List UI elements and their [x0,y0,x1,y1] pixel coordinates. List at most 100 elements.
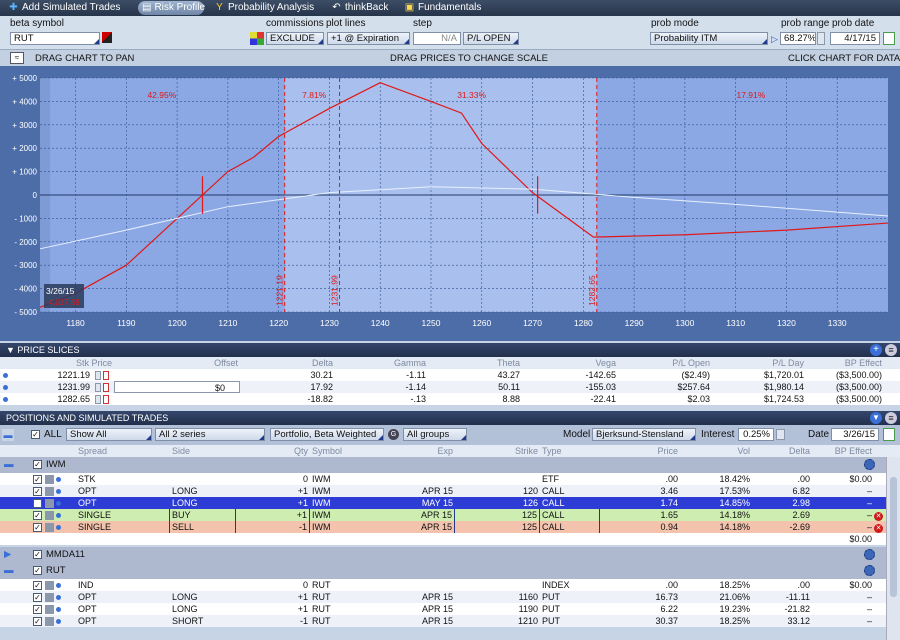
position-cell[interactable]: IWM [310,521,372,533]
row-checkbox[interactable]: ✓ [33,475,42,485]
row-checkbox[interactable]: ✓ [33,523,42,533]
position-cell[interactable]: 0.94 [600,521,680,533]
position-cell[interactable]: -1 [236,521,310,533]
column-header[interactable]: Offset [114,357,240,369]
column-header[interactable]: Spread [76,445,170,457]
collapse-icon[interactable]: ▬ [2,457,16,469]
slice-value-cell[interactable]: $0 [114,381,240,393]
tab-probability-analysis[interactable]: Y Probability Analysis [210,1,320,15]
step-input[interactable]: N/A [413,32,461,45]
position-cell[interactable]: BUY [170,509,236,521]
position-cell[interactable]: SINGLE [76,509,170,521]
remove-icon[interactable]: ✕ [874,524,883,533]
group-checkbox[interactable]: ✓ [33,549,42,559]
gear-icon[interactable] [864,549,875,560]
position-cell[interactable]: APR 15 [372,509,455,521]
slice-value-cell[interactable] [114,393,240,405]
risk-profile-chart[interactable]: + 5000 + 4000 + 3000 + 2000 + 1000 0 - 1000 - 2… [0,66,900,341]
prob-range-input[interactable]: 68.27% [780,32,816,45]
grid-icon[interactable] [250,32,264,45]
position-cell[interactable]: 125 [455,509,540,521]
position-cell[interactable]: APR 15 [372,521,455,533]
price-spinner-icon[interactable] [93,369,113,381]
group-row-mmda11[interactable]: ▶ ✓ MMDA11 [0,547,900,563]
column-header[interactable]: Theta [428,357,522,369]
row-checkbox[interactable]: ✓ [33,617,42,627]
row-checkbox[interactable]: ✓ [33,581,42,591]
price-slice-row[interactable]: 1231.99 $0 17.92 -1.14 50.11 -155.03 $257.64 $1… [0,381,900,393]
group-row-iwm[interactable]: ▬ ✓ IWM [0,457,900,473]
tab-fundamentals[interactable]: ▣ Fundamentals [400,1,487,15]
price-slice-row[interactable]: 1282.65 -18.82 -.13 8.88 -22.41 $2.03 $1,724.5… [0,393,900,405]
column-header[interactable]: Symbol [310,445,372,457]
calendar-icon[interactable] [883,32,895,45]
column-header[interactable]: Delta [752,445,812,457]
filter-icon[interactable]: ▼ [870,412,882,424]
column-header[interactable]: Side [170,445,236,457]
position-row[interactable]: ✓ OPT LONG +1 RUT APR 15 1160 PUT 16.73 21.06% -1… [0,591,900,603]
all-checkbox[interactable]: ✓ [31,430,40,439]
position-cell[interactable]: -2.69 [752,521,812,533]
slice-value-cell[interactable] [114,369,240,381]
position-row[interactable]: ✓ OPT LONG +1 IWM APR 15 120 CALL 3.46 17.53% 6.8… [0,485,900,497]
prob-mode-select[interactable]: Probability ITM [650,32,768,45]
tab-add-simulated-trades[interactable]: ✚ Add Simulated Trades [4,1,126,15]
beta-symbol-input[interactable]: RUT [10,32,100,45]
position-cell[interactable]: – [812,509,874,521]
lock-icon[interactable] [776,429,785,440]
spinner-icon[interactable] [817,32,825,45]
play-icon[interactable]: ▷ [771,34,778,45]
stk-price-cell[interactable]: 1282.65 [14,393,92,405]
column-header[interactable]: Strike [455,445,540,457]
expand-icon[interactable]: ▶ [2,547,13,559]
position-row[interactable]: ✓ SINGLE SELL -1 IWM APR 15 125 CALL 0.94 14.18%… [0,521,900,533]
add-slice-icon[interactable]: + [870,344,882,356]
chart-settings-icon[interactable]: ≈ [10,52,24,64]
price-slice-row[interactable]: 1221.19 30.21 -1.11 43.27 -142.65 ($2.49) $1,7… [0,369,900,381]
price-spinner-icon[interactable] [93,393,113,405]
column-header[interactable]: BP Effect [812,445,874,457]
position-cell[interactable]: 2.69 [752,509,812,521]
position-row[interactable]: ✓ SINGLE BUY +1 IWM APR 15 125 CALL 1.65 14.18% 2… [0,509,900,521]
column-header[interactable]: Gamma [335,357,428,369]
date-calendar-icon[interactable] [883,428,895,441]
position-cell[interactable]: SINGLE [76,521,170,533]
column-header[interactable]: P/L Day [712,357,806,369]
column-header[interactable]: BP Effect [806,357,884,369]
plot-lines-select[interactable]: +1 @ Expiration [327,32,410,45]
position-cell[interactable]: CALL [540,509,600,521]
column-header[interactable]: Delta [240,357,335,369]
menu-icon[interactable]: ≡ [885,344,897,356]
group-row-rut[interactable]: ▬ ✓ RUT [0,563,900,579]
commissions-select[interactable]: EXCLUDE [266,32,324,45]
column-header[interactable]: Stk Price [14,357,114,369]
column-header[interactable]: Vega [522,357,618,369]
position-cell[interactable]: – [812,521,874,533]
interest-input[interactable]: 0.25% [738,428,774,441]
position-cell[interactable]: 14.18% [680,509,752,521]
groups-icon[interactable]: G [388,429,399,440]
date-input[interactable]: 3/26/15 [831,428,879,441]
row-checkbox[interactable] [33,499,42,509]
collapse-icon[interactable]: ▬ [2,429,14,441]
position-cell[interactable]: IWM [310,509,372,521]
groups-select[interactable]: All groups [403,428,467,441]
position-row[interactable]: ✓ IND 0 RUT INDEX .00 18.25% .00 $0.00 [0,579,900,591]
position-cell[interactable]: 125 [455,521,540,533]
pl-open-select[interactable]: P/L OPEN [463,32,519,45]
gear-icon[interactable] [864,565,875,576]
position-row[interactable]: ✓ STK 0 IWM ETF .00 18.42% .00 $0.00 [0,473,900,485]
column-header[interactable]: Qty [236,445,310,457]
tab-thinkback[interactable]: ↶ thinkBack [327,1,394,15]
chart-svg[interactable]: + 5000 + 4000 + 3000 + 2000 + 1000 0 - 1000 - 2… [0,66,900,341]
position-cell[interactable]: 14.18% [680,521,752,533]
row-checkbox[interactable]: ✓ [33,593,42,603]
series-select[interactable]: All 2 series [155,428,265,441]
position-row[interactable]: ✓ OPT SHORT -1 RUT APR 15 1210 PUT 30.37 18.25% 3… [0,615,900,627]
price-spinner-icon[interactable] [93,381,113,393]
position-cell[interactable]: 1.65 [600,509,680,521]
position-row[interactable]: ✓ OPT LONG +1 RUT APR 15 1190 PUT 6.22 19.23% -21… [0,603,900,615]
group-checkbox[interactable]: ✓ [33,459,42,469]
portfolio-select[interactable]: Portfolio, Beta Weighted [270,428,384,441]
model-select[interactable]: Bjerksund-Stensland [592,428,696,441]
